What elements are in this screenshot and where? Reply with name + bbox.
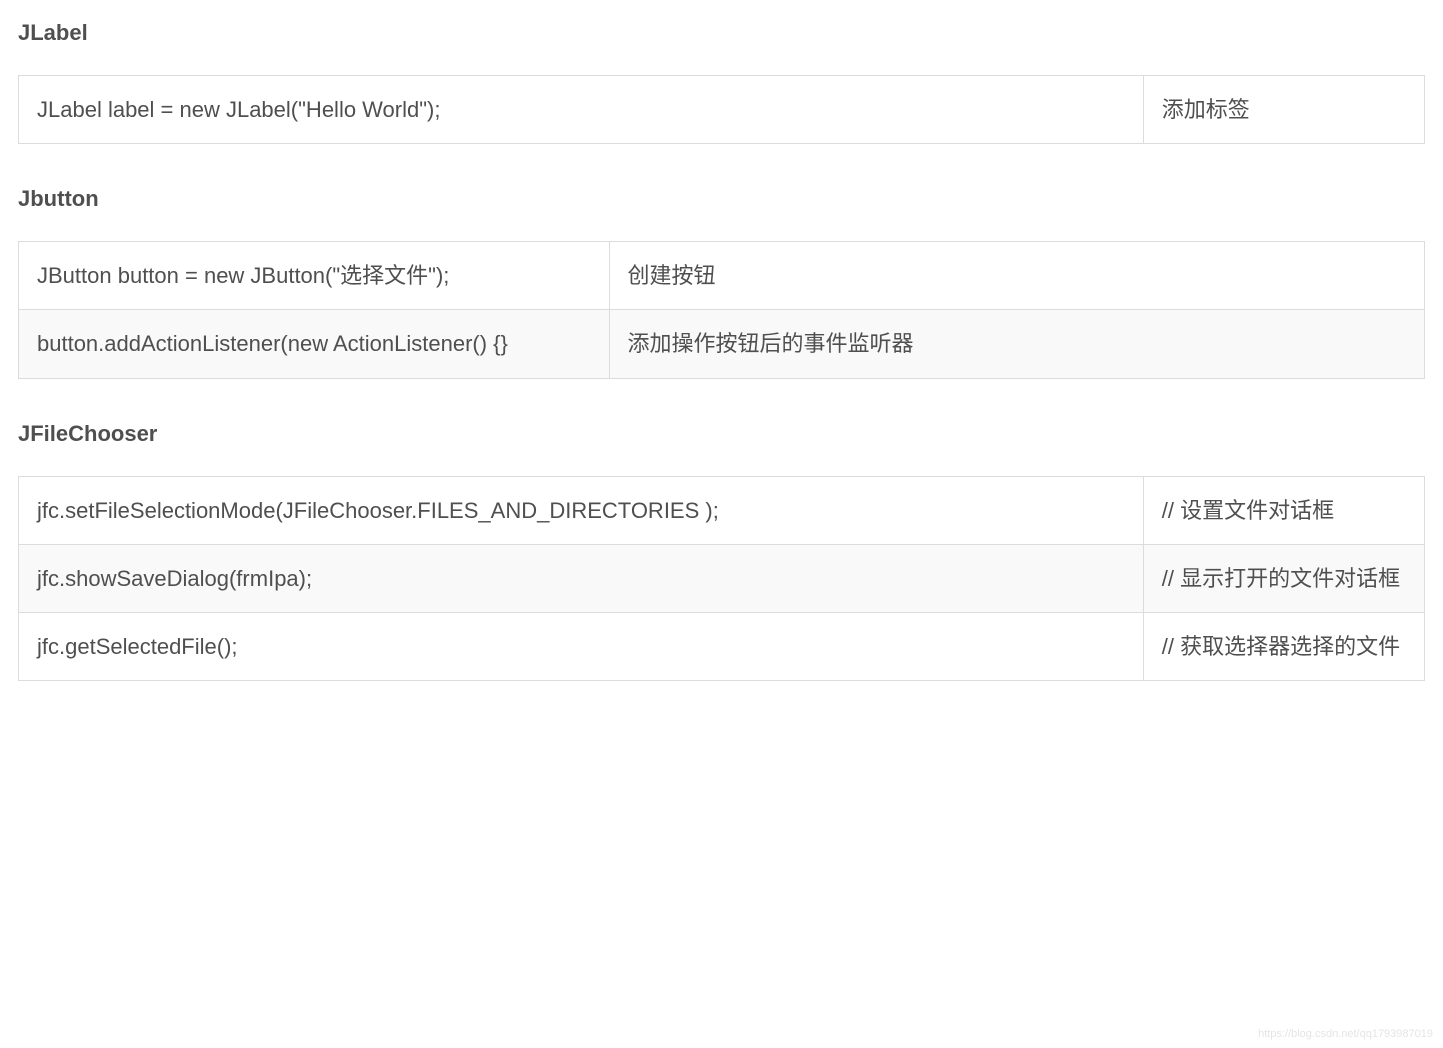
table-row: jfc.showSaveDialog(frmIpa); // 显示打开的文件对话… [19, 544, 1425, 612]
desc-cell: // 显示打开的文件对话框 [1143, 544, 1424, 612]
code-cell: button.addActionListener(new ActionListe… [19, 310, 610, 378]
code-cell: jfc.showSaveDialog(frmIpa); [19, 544, 1144, 612]
section-jlabel: JLabel JLabel label = new JLabel("Hello … [18, 16, 1425, 144]
section-jfilechooser: JFileChooser jfc.setFileSelectionMode(JF… [18, 417, 1425, 682]
desc-cell: // 设置文件对话框 [1143, 476, 1424, 544]
desc-cell: // 获取选择器选择的文件 [1143, 612, 1424, 680]
table-row: jfc.getSelectedFile(); // 获取选择器选择的文件 [19, 612, 1425, 680]
table-row: JLabel label = new JLabel("Hello World")… [19, 76, 1425, 144]
code-cell: JLabel label = new JLabel("Hello World")… [19, 76, 1144, 144]
code-cell: jfc.setFileSelectionMode(JFileChooser.FI… [19, 476, 1144, 544]
code-cell: jfc.getSelectedFile(); [19, 612, 1144, 680]
code-cell: JButton button = new JButton("选择文件"); [19, 242, 610, 310]
code-table-jlabel: JLabel label = new JLabel("Hello World")… [18, 75, 1425, 144]
section-heading: Jbutton [18, 182, 1425, 215]
table-row: button.addActionListener(new ActionListe… [19, 310, 1425, 378]
desc-cell: 创建按钮 [609, 242, 1424, 310]
table-row: jfc.setFileSelectionMode(JFileChooser.FI… [19, 476, 1425, 544]
code-table-jbutton: JButton button = new JButton("选择文件"); 创建… [18, 241, 1425, 378]
section-jbutton: Jbutton JButton button = new JButton("选择… [18, 182, 1425, 378]
code-table-jfilechooser: jfc.setFileSelectionMode(JFileChooser.FI… [18, 476, 1425, 682]
watermark-text: https://blog.csdn.net/qq1793987019 [1258, 1026, 1433, 1043]
section-heading: JLabel [18, 16, 1425, 49]
table-row: JButton button = new JButton("选择文件"); 创建… [19, 242, 1425, 310]
section-heading: JFileChooser [18, 417, 1425, 450]
desc-cell: 添加操作按钮后的事件监听器 [609, 310, 1424, 378]
desc-cell: 添加标签 [1143, 76, 1424, 144]
